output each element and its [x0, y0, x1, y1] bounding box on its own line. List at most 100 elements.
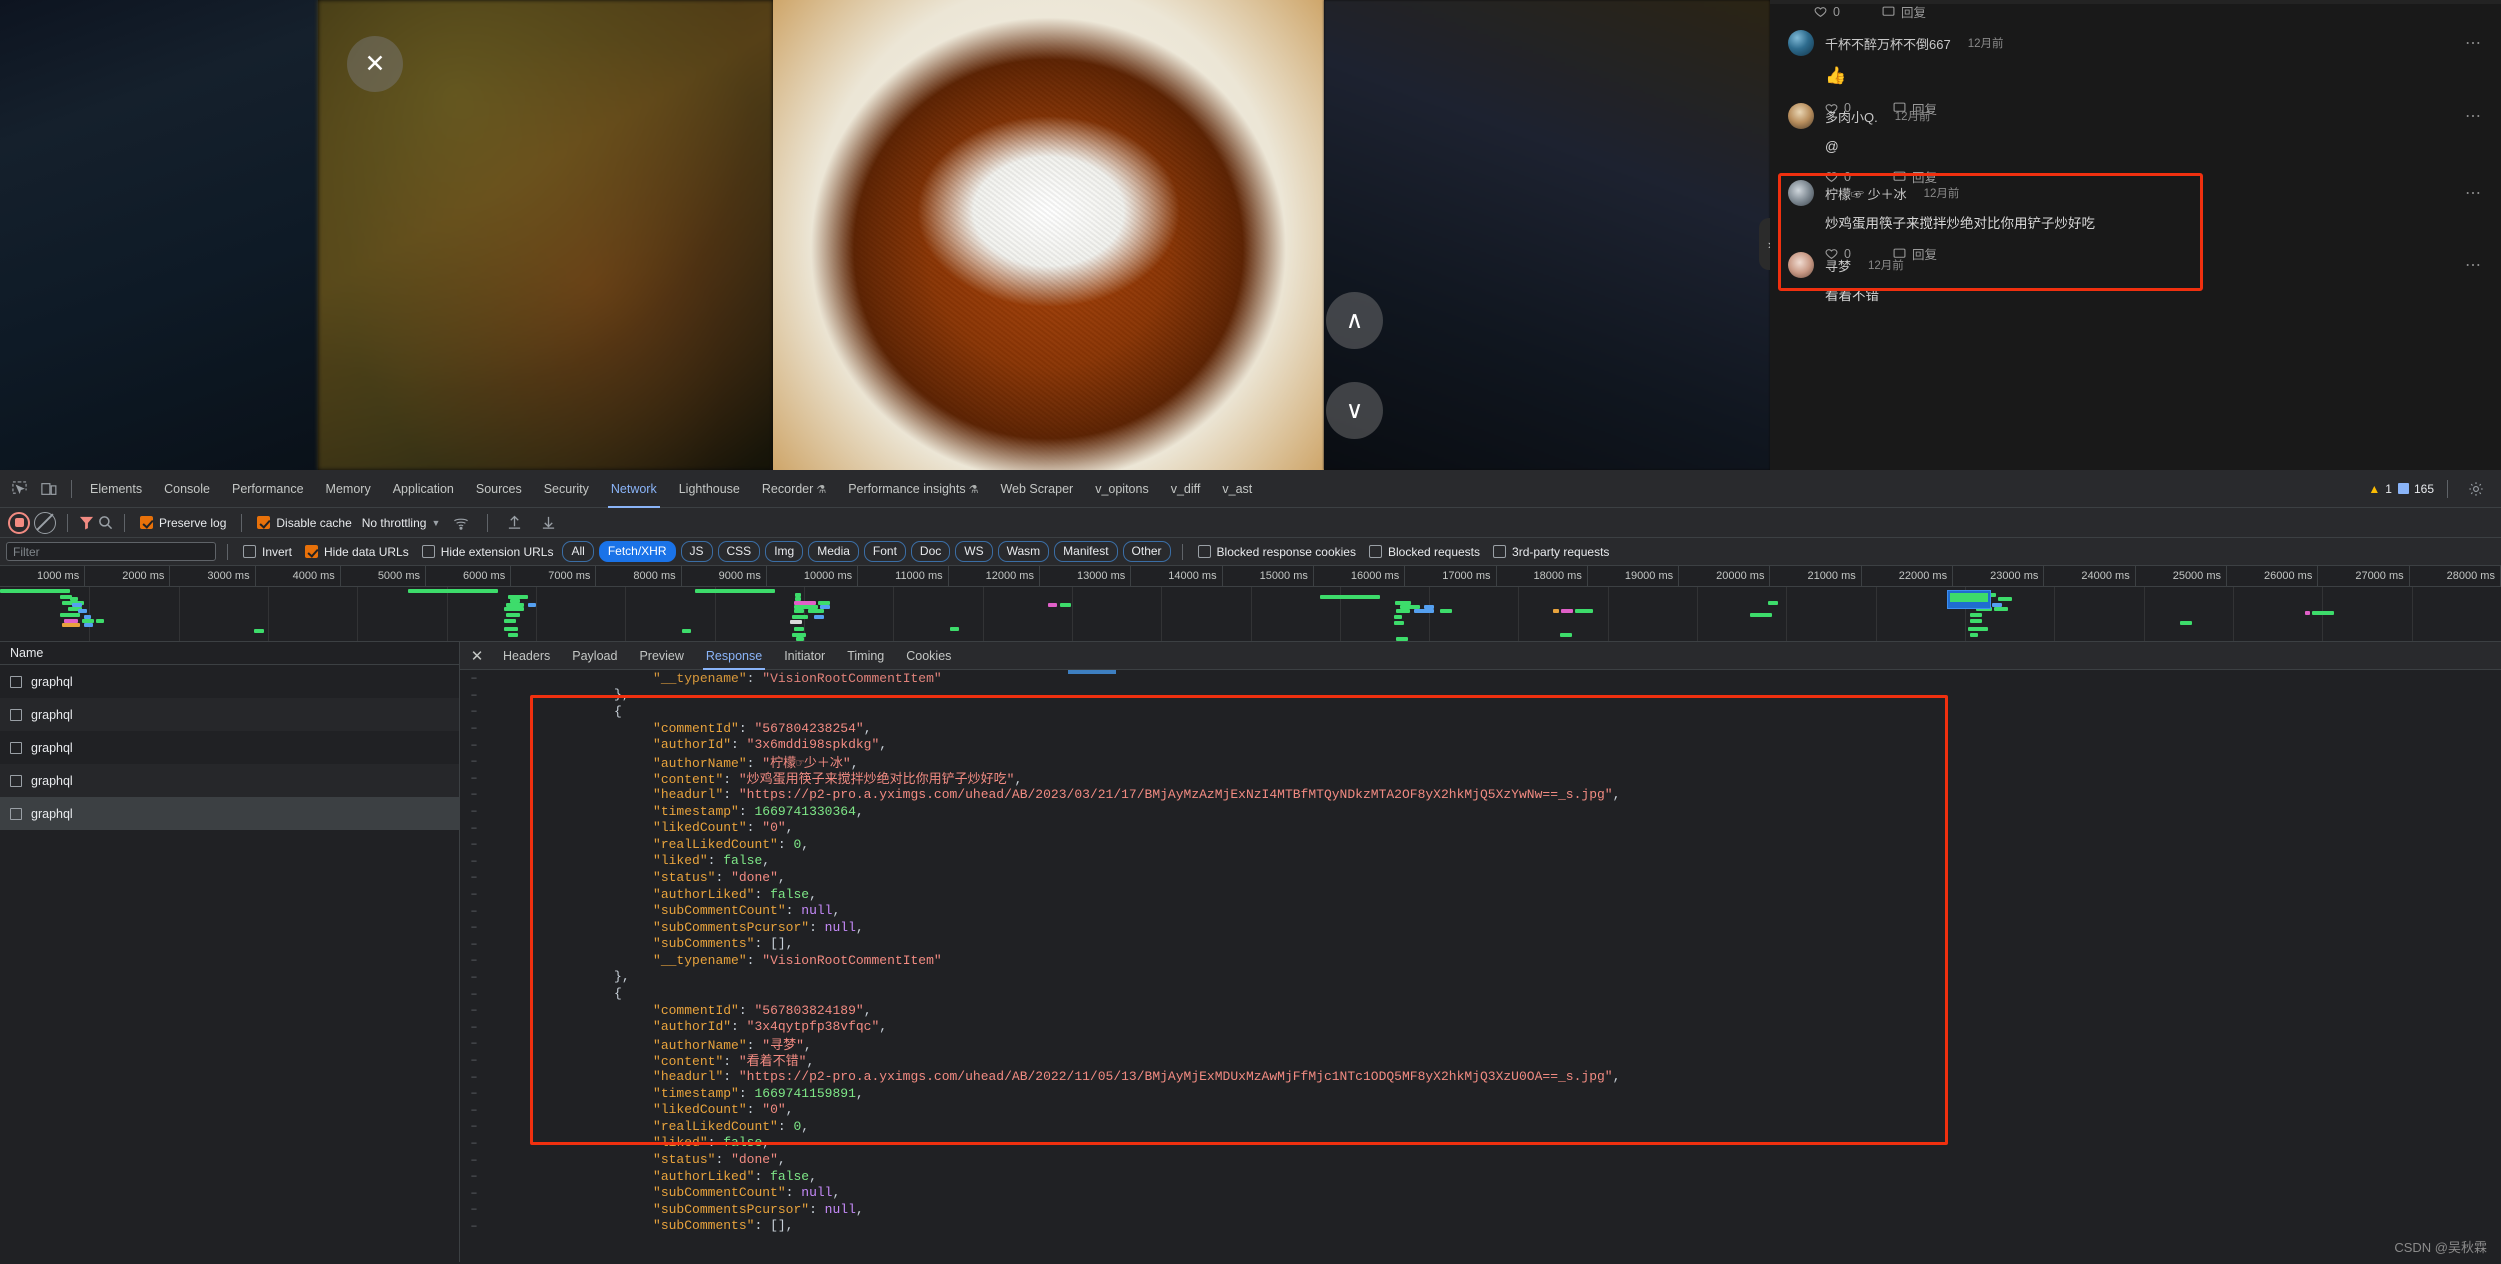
detail-tab-payload[interactable]: Payload	[561, 642, 628, 670]
blocked-response-cookies-checkbox[interactable]: Blocked response cookies	[1194, 545, 1360, 559]
disable-cache-checkbox[interactable]: Disable cache	[253, 516, 355, 530]
like-button[interactable]: 0	[1814, 5, 1840, 19]
devtools-tab-v-ast[interactable]: v_ast	[1211, 470, 1263, 508]
close-viewer-button[interactable]: ✕	[347, 36, 403, 92]
comment-more-options-button[interactable]: ⋯	[2465, 106, 2483, 126]
resource-type-all[interactable]: All	[562, 541, 594, 562]
detail-tab-response[interactable]: Response	[695, 642, 773, 670]
fold-marker[interactable]: –	[460, 821, 488, 835]
comments-panel[interactable]: 0 回复 千杯不醉万杯不倒667 12月前 ⋯ 👍 0 回复 多肉小Q. 12月…	[1770, 0, 2501, 470]
devtools-tab-performance[interactable]: Performance	[221, 470, 315, 508]
fold-marker[interactable]: –	[460, 854, 488, 868]
import-har-icon[interactable]	[499, 509, 529, 537]
reply-button[interactable]: 回复	[1882, 2, 1926, 21]
previous-item-button[interactable]: ∧	[1326, 292, 1383, 349]
throttling-dropdown[interactable]: No throttling ▼	[360, 516, 443, 530]
network-conditions-icon[interactable]	[446, 509, 476, 537]
fold-marker[interactable]: –	[460, 738, 488, 752]
resource-type-img[interactable]: Img	[765, 541, 804, 562]
resource-type-doc[interactable]: Doc	[910, 541, 951, 562]
devtools-tab-network[interactable]: Network	[600, 470, 668, 508]
fold-marker[interactable]: –	[460, 804, 488, 818]
avatar[interactable]	[1788, 103, 1814, 129]
fold-marker[interactable]: –	[460, 970, 488, 984]
devtools-tab-memory[interactable]: Memory	[315, 470, 382, 508]
fold-marker[interactable]: –	[460, 870, 488, 884]
fold-marker[interactable]: –	[460, 837, 488, 851]
avatar[interactable]	[1788, 30, 1814, 56]
request-row[interactable]: graphql	[0, 698, 459, 731]
filter-input[interactable]	[6, 542, 216, 561]
fold-marker[interactable]: –	[460, 771, 488, 785]
detail-tab-initiator[interactable]: Initiator	[773, 642, 836, 670]
resource-type-font[interactable]: Font	[863, 541, 906, 562]
fold-marker[interactable]: –	[460, 1103, 488, 1117]
detail-tab-preview[interactable]: Preview	[628, 642, 694, 670]
devtools-tab-v-opitons[interactable]: v_opitons	[1084, 470, 1160, 508]
hide-extension-urls-checkbox[interactable]: Hide extension URLs	[418, 545, 558, 559]
devtools-tab-console[interactable]: Console	[153, 470, 221, 508]
messages-badge[interactable]: 165	[2397, 482, 2434, 496]
fold-marker[interactable]: –	[460, 953, 488, 967]
request-row[interactable]: graphql	[0, 797, 459, 830]
resource-type-fetch-xhr[interactable]: Fetch/XHR	[598, 541, 676, 562]
comment-more-options-button[interactable]: ⋯	[2465, 255, 2483, 275]
request-list[interactable]: Name graphql graphql graphql graphql graphql	[0, 642, 460, 1262]
next-item-button[interactable]: ∨	[1326, 382, 1383, 439]
resource-type-manifest[interactable]: Manifest	[1054, 541, 1118, 562]
devtools-tab-v-diff[interactable]: v_diff	[1160, 470, 1212, 508]
comment-item[interactable]: 多肉小Q. 12月前 ⋯ @ 0 回复	[1770, 103, 2501, 186]
avatar[interactable]	[1788, 180, 1814, 206]
devtools-tab-web-scraper[interactable]: Web Scraper	[989, 470, 1084, 508]
blocked-requests-checkbox[interactable]: Blocked requests	[1365, 545, 1484, 559]
resource-type-other[interactable]: Other	[1122, 541, 1171, 562]
comment-item[interactable]: 寻梦 12月前 ⋯ 看着不错	[1770, 252, 2501, 305]
fold-marker[interactable]: –	[460, 721, 488, 735]
toggle-device-toolbar-icon[interactable]	[34, 475, 64, 503]
resource-type-css[interactable]: CSS	[717, 541, 761, 562]
search-icon[interactable]	[98, 515, 113, 530]
hide-data-urls-checkbox[interactable]: Hide data URLs	[301, 545, 413, 559]
fold-marker[interactable]: –	[460, 1153, 488, 1167]
fold-marker[interactable]: –	[460, 671, 488, 685]
export-har-icon[interactable]	[533, 509, 563, 537]
devtools-tab-elements[interactable]: Elements	[79, 470, 153, 508]
resource-type-wasm[interactable]: Wasm	[997, 541, 1050, 562]
preserve-log-checkbox[interactable]: Preserve log	[136, 516, 230, 530]
resource-type-ws[interactable]: WS	[955, 541, 993, 562]
devtools-tab-lighthouse[interactable]: Lighthouse	[668, 470, 751, 508]
fold-marker[interactable]: –	[460, 904, 488, 918]
fold-marker[interactable]: –	[460, 754, 488, 768]
fold-marker[interactable]: –	[460, 704, 488, 718]
inspect-element-icon[interactable]	[4, 475, 34, 503]
fold-marker[interactable]: –	[460, 1136, 488, 1150]
devtools-tab-sources[interactable]: Sources	[465, 470, 533, 508]
detail-tab-headers[interactable]: Headers	[492, 642, 561, 670]
comment-more-options-button[interactable]: ⋯	[2465, 183, 2483, 203]
devtools-tab-application[interactable]: Application	[382, 470, 465, 508]
clear-network-log-button[interactable]	[34, 511, 56, 534]
fold-marker[interactable]: –	[460, 937, 488, 951]
fold-marker[interactable]: –	[460, 1202, 488, 1216]
record-button[interactable]	[8, 511, 30, 534]
request-row[interactable]: graphql	[0, 731, 459, 764]
invert-checkbox[interactable]: Invert	[239, 545, 296, 559]
avatar[interactable]	[1788, 252, 1814, 278]
fold-marker[interactable]: –	[460, 887, 488, 901]
fold-marker[interactable]: –	[460, 1053, 488, 1067]
comment-more-options-button[interactable]: ⋯	[2465, 33, 2483, 53]
devtools-tab-performance-insights[interactable]: Performance insights ⚗	[837, 470, 989, 508]
third-party-requests-checkbox[interactable]: 3rd-party requests	[1489, 545, 1613, 559]
network-waterfall-overview[interactable]	[0, 587, 2501, 642]
fold-marker[interactable]: –	[460, 987, 488, 1001]
fold-marker[interactable]: –	[460, 920, 488, 934]
fold-marker[interactable]: –	[460, 1020, 488, 1034]
fold-marker[interactable]: –	[460, 787, 488, 801]
request-row[interactable]: graphql	[0, 764, 459, 797]
fold-marker[interactable]: –	[460, 1169, 488, 1183]
devtools-tab-recorder[interactable]: Recorder ⚗	[751, 470, 837, 508]
filter-icon[interactable]	[79, 515, 94, 530]
warning-badge[interactable]: ▲ 1	[2368, 482, 2392, 496]
fold-marker[interactable]: –	[460, 1003, 488, 1017]
fold-marker[interactable]: –	[460, 1086, 488, 1100]
